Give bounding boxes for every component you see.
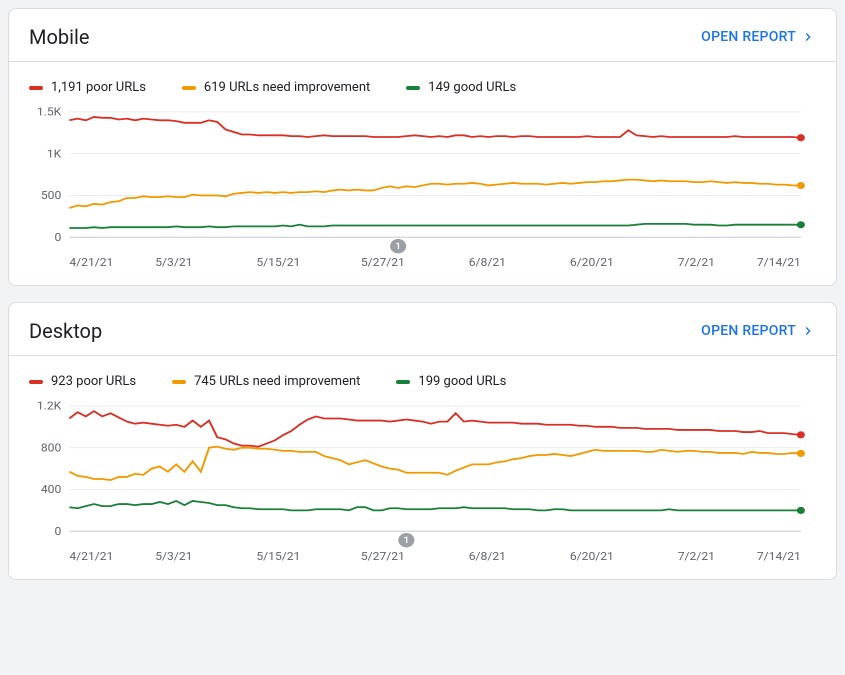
legend-good: 149 good URLs	[406, 80, 516, 95]
svg-text:1.5K: 1.5K	[37, 105, 62, 118]
svg-text:5/15/21: 5/15/21	[256, 550, 300, 563]
desktop-chart-wrap: 0 400 800 1.2K 4/21/21 5/3/21 5/15/21 5/27/21 6/…	[9, 397, 836, 579]
svg-text:7/14/21: 7/14/21	[757, 550, 801, 563]
open-report-label: OPEN REPORT	[701, 323, 796, 339]
legend-improve: 745 URLs need improvement	[172, 374, 360, 389]
desktop-card-header: Desktop OPEN REPORT	[9, 303, 836, 355]
mobile-card: Mobile OPEN REPORT 1,191 poor URLs 619 U…	[8, 8, 837, 286]
legend-improve-label: 745 URLs need improvement	[194, 374, 360, 389]
svg-text:7/2/21: 7/2/21	[678, 550, 715, 563]
open-report-mobile[interactable]: OPEN REPORT	[701, 29, 816, 45]
desktop-title: Desktop	[29, 319, 102, 343]
mobile-chart: 0 500 1K 1.5K 4/21/21 5/3/21 5/15/21 5/27/21 6/8…	[29, 103, 816, 273]
svg-text:5/27/21: 5/27/21	[361, 550, 405, 563]
svg-text:0: 0	[54, 524, 61, 537]
desktop-legend: 923 poor URLs 745 URLs need improvement …	[9, 356, 836, 397]
open-report-desktop[interactable]: OPEN REPORT	[701, 323, 816, 339]
good-swatch	[396, 380, 410, 384]
svg-text:4/21/21: 4/21/21	[69, 550, 113, 563]
svg-text:5/15/21: 5/15/21	[256, 256, 300, 269]
svg-text:7/2/21: 7/2/21	[678, 256, 715, 269]
improve-swatch	[182, 86, 196, 90]
svg-text:6/8/21: 6/8/21	[469, 550, 506, 563]
svg-text:5/27/21: 5/27/21	[361, 256, 405, 269]
svg-text:7/14/21: 7/14/21	[757, 256, 801, 269]
desktop-card: Desktop OPEN REPORT 923 poor URLs 745 UR…	[8, 302, 837, 580]
svg-text:1K: 1K	[47, 147, 62, 160]
svg-text:6/20/21: 6/20/21	[570, 256, 614, 269]
svg-text:1: 1	[403, 535, 409, 545]
svg-text:4/21/21: 4/21/21	[69, 256, 113, 269]
legend-poor-label: 1,191 poor URLs	[51, 80, 146, 95]
open-report-label: OPEN REPORT	[701, 29, 796, 45]
poor-swatch	[29, 380, 43, 384]
svg-text:6/20/21: 6/20/21	[570, 550, 614, 563]
mobile-chart-wrap: 0 500 1K 1.5K 4/21/21 5/3/21 5/15/21 5/27/21 6/8…	[9, 103, 836, 285]
improve-swatch	[172, 380, 186, 384]
legend-good-label: 199 good URLs	[418, 374, 506, 389]
svg-text:5/3/21: 5/3/21	[155, 256, 192, 269]
svg-text:500: 500	[41, 189, 61, 202]
svg-text:0: 0	[54, 230, 61, 243]
good-swatch	[406, 86, 420, 90]
svg-text:1.2K: 1.2K	[37, 399, 62, 412]
legend-poor: 1,191 poor URLs	[29, 80, 146, 95]
chevron-right-icon	[800, 29, 816, 45]
legend-improve-label: 619 URLs need improvement	[204, 80, 370, 95]
legend-good-label: 149 good URLs	[428, 80, 516, 95]
mobile-title: Mobile	[29, 25, 89, 49]
poor-swatch	[29, 86, 43, 90]
legend-improve: 619 URLs need improvement	[182, 80, 370, 95]
desktop-chart: 0 400 800 1.2K 4/21/21 5/3/21 5/15/21 5/27/21 6/…	[29, 397, 816, 567]
chevron-right-icon	[800, 323, 816, 339]
svg-text:6/8/21: 6/8/21	[469, 256, 506, 269]
mobile-card-header: Mobile OPEN REPORT	[9, 9, 836, 61]
legend-poor-label: 923 poor URLs	[51, 374, 136, 389]
svg-text:5/3/21: 5/3/21	[155, 550, 192, 563]
legend-good: 199 good URLs	[396, 374, 506, 389]
mobile-legend: 1,191 poor URLs 619 URLs need improvemen…	[9, 62, 836, 103]
svg-text:1: 1	[395, 241, 401, 251]
svg-text:400: 400	[41, 483, 61, 496]
legend-poor: 923 poor URLs	[29, 374, 136, 389]
svg-text:800: 800	[41, 441, 61, 454]
